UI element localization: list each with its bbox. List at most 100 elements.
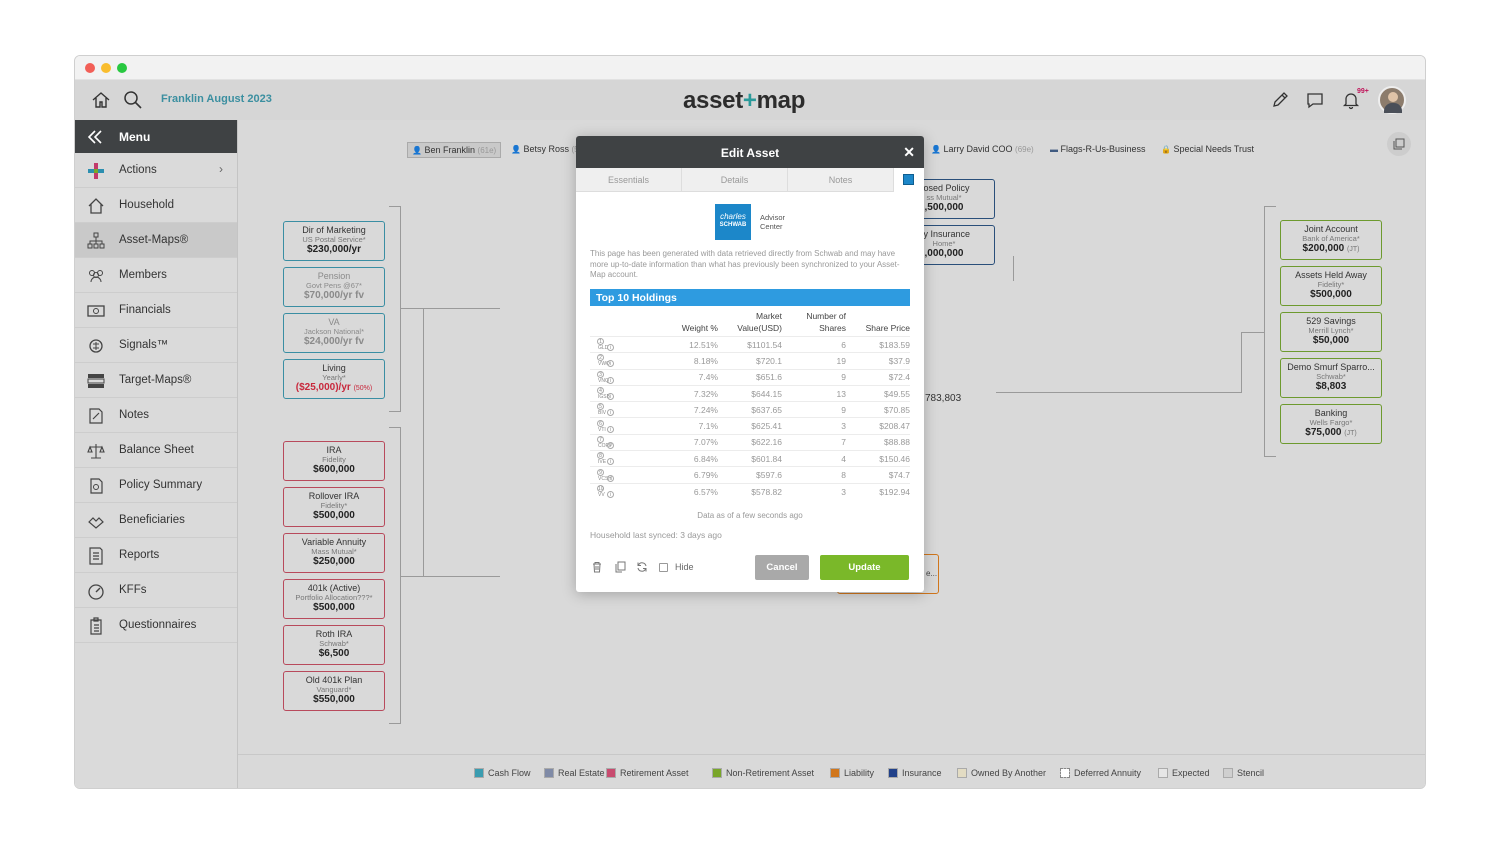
holding-cell: $70.85 — [846, 401, 910, 418]
asset-box[interactable]: Roth IRA Schwab* $6,500 — [283, 625, 385, 665]
sidebar-item-label: Policy Summary — [119, 479, 203, 491]
sidebar-item-asset-maps[interactable]: Asset-Maps® — [75, 223, 237, 258]
asset-box[interactable]: Dir of Marketing US Postal Service* $230,0… — [283, 221, 385, 261]
house-icon — [88, 198, 104, 214]
sidebar-item-kffs[interactable]: KFFs — [75, 573, 237, 608]
sidebar-item-beneficiaries[interactable]: Beneficiaries — [75, 503, 237, 538]
sidebar-item-reports[interactable]: Reports — [75, 538, 237, 573]
update-button[interactable]: Update — [820, 555, 909, 580]
asset-box[interactable]: Old 401k Plan Vanguard* $550,000 — [283, 671, 385, 711]
table-row: 4 IGSBi 7.32% $644.15 13 $49.55 — [590, 384, 910, 402]
minimize-window-button[interactable] — [101, 63, 111, 73]
asset-box[interactable]: Rollover IRA Fidelity* $500,000 — [283, 487, 385, 527]
holding-cell: $644.15 — [718, 384, 782, 402]
info-icon[interactable]: i — [607, 344, 614, 352]
home-icon[interactable] — [91, 90, 111, 110]
sidebar-item-notes[interactable]: Notes — [75, 398, 237, 433]
sidebar-item-questionnaires[interactable]: Questionnaires — [75, 608, 237, 643]
maximize-window-button[interactable] — [117, 63, 127, 73]
holding-cell: 7 — [782, 433, 846, 451]
info-icon[interactable]: i — [607, 409, 614, 417]
holding-cell: 7.32% — [650, 384, 718, 402]
asset-box[interactable]: 529 Savings Merrill Lynch* $50,000 — [1280, 312, 1382, 352]
trash-icon[interactable] — [591, 561, 603, 573]
holding-cell: 6 — [782, 335, 846, 353]
asset-box[interactable]: VA Jackson National* $24,000/yr fv — [283, 313, 385, 353]
tab-notes[interactable]: Notes — [788, 168, 894, 192]
table-row: 7 CORPi 7.07% $622.16 7 $88.88 — [590, 433, 910, 451]
legend-swatch — [888, 768, 898, 778]
layout-toggle-button[interactable] — [1387, 132, 1411, 156]
hide-checkbox[interactable] — [659, 563, 668, 572]
info-icon[interactable]: i — [607, 441, 614, 449]
pencil-icon[interactable] — [1270, 90, 1290, 110]
menu-header[interactable]: Menu — [75, 120, 237, 153]
sidebar-item-financials[interactable]: Financials — [75, 293, 237, 328]
holdings-table: Weight % Market Value(USD) Number of Sha… — [590, 308, 910, 500]
connector-line — [1013, 256, 1014, 280]
asset-name: 401k (Active) — [307, 583, 361, 593]
tab-schwab[interactable] — [894, 168, 924, 192]
member-tab[interactable]: 👤 Betsy Ross (5 — [511, 144, 579, 154]
info-icon[interactable]: i — [607, 458, 614, 466]
sidebar-item-label: KFFs — [119, 584, 147, 596]
close-icon[interactable]: ✕ — [903, 144, 915, 161]
sitemap-icon — [87, 232, 105, 249]
connector-line — [389, 723, 401, 724]
member-tab[interactable]: 👤 Larry David COO (69e) — [931, 144, 1034, 154]
tab-details[interactable]: Details — [682, 168, 788, 192]
member-tab[interactable]: ▬ Flags-R-Us-Business — [1050, 144, 1146, 154]
asset-box[interactable]: Joint Account Bank of America* $200,000 (J… — [1280, 220, 1382, 260]
asset-box[interactable]: Demo Smurf Sparro... Schwab* $8,803 — [1280, 358, 1382, 398]
household-name[interactable]: Franklin August 2023 — [161, 93, 272, 105]
asset-box[interactable]: Variable Annuity Mass Mutual* $250,000 — [283, 533, 385, 573]
sidebar-item-signals[interactable]: Signals™ — [75, 328, 237, 363]
holding-cell: 8.18% — [650, 352, 718, 370]
asset-box[interactable]: 401k (Active) Portfolio Allocation???* $50… — [283, 579, 385, 619]
sidebar-item-members[interactable]: Members — [75, 258, 237, 293]
member-name: Ben Franklin — [424, 145, 476, 155]
asset-value: $200,000 (JT) — [1302, 243, 1360, 254]
search-icon[interactable] — [123, 90, 143, 110]
info-icon[interactable]: i — [607, 491, 614, 499]
sidebar-item-household[interactable]: Household — [75, 188, 237, 223]
info-icon[interactable]: i — [607, 360, 614, 368]
asset-box[interactable]: Pension Govt Pens @67* $70,000/yr fv — [283, 267, 385, 307]
info-icon[interactable]: i — [607, 376, 614, 384]
double-chevron-left-icon[interactable] — [87, 129, 103, 145]
legend-swatch — [1060, 768, 1070, 778]
hide-label: Hide — [675, 562, 694, 572]
sidebar-item-policy-summary[interactable]: Policy Summary — [75, 468, 237, 503]
asset-box[interactable]: Banking Wells Fargo* $75,000 (JT) — [1280, 404, 1382, 444]
asset-value: $550,000 — [313, 694, 355, 705]
sync-icon[interactable] — [636, 561, 648, 573]
connector-line — [400, 427, 401, 723]
tab-essentials[interactable]: Essentials — [576, 168, 682, 192]
modal-title: Edit Asset — [720, 146, 780, 160]
close-window-button[interactable] — [85, 63, 95, 73]
chat-icon[interactable] — [1305, 90, 1325, 110]
legend-label: Deferred Annuity — [1074, 768, 1142, 778]
asset-box[interactable]: Assets Held Away Fidelity* $500,000 — [1280, 266, 1382, 306]
target-icon — [87, 374, 105, 388]
info-icon[interactable]: i — [607, 425, 614, 433]
member-tab[interactable]: 👤 Ben Franklin (61e) — [407, 142, 502, 158]
info-icon[interactable]: i — [607, 474, 614, 482]
asset-name: Demo Smurf Sparro... — [1287, 362, 1375, 372]
cancel-button[interactable]: Cancel — [755, 555, 809, 580]
asset-value: $70,000/yr fv — [303, 290, 365, 301]
chevron-right-icon: › — [219, 162, 223, 176]
asset-box[interactable]: Living Yearly* ($25,000)/yr (50%) — [283, 359, 385, 399]
holding-cell: $74.7 — [846, 466, 910, 484]
legend-item: Cash Flow — [474, 768, 531, 778]
holding-ticker: 3 VNQi — [590, 368, 650, 386]
avatar[interactable] — [1378, 86, 1406, 114]
info-icon[interactable]: i — [607, 393, 614, 401]
connector-line — [1013, 280, 1014, 281]
sidebar-item-target-maps[interactable]: Target-Maps® — [75, 363, 237, 398]
sidebar-item-balance-sheet[interactable]: Balance Sheet — [75, 433, 237, 468]
sidebar-item-actions[interactable]: Actions › — [75, 153, 237, 188]
asset-box[interactable]: IRA Fidelity $600,000 — [283, 441, 385, 481]
copy-icon[interactable] — [614, 561, 626, 573]
member-tab[interactable]: 🔒 Special Needs Trust — [1161, 144, 1254, 154]
